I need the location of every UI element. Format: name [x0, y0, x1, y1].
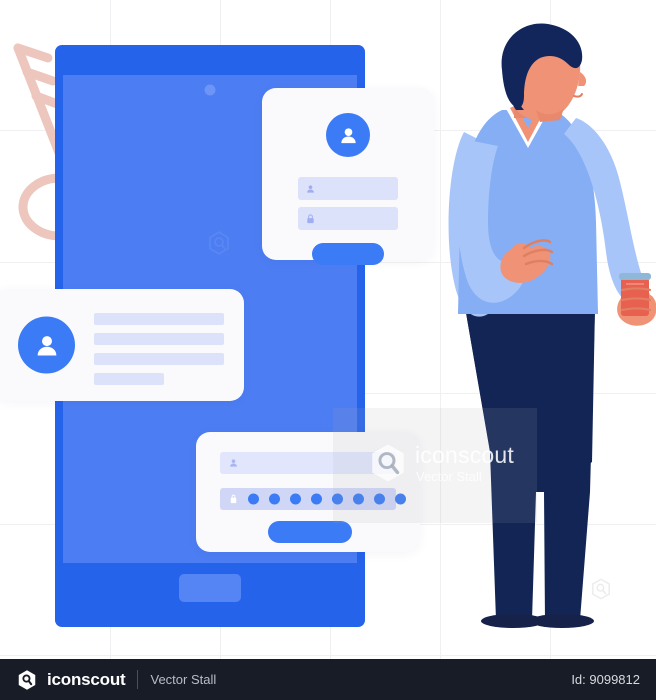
- phone-camera-dot: [204, 84, 216, 96]
- password-dot: [374, 493, 385, 505]
- iconscout-hexagon-icon: [592, 578, 610, 600]
- password-dot: [269, 493, 280, 505]
- password-dot: [290, 493, 301, 505]
- lock-icon: [307, 213, 314, 223]
- login-card[interactable]: [262, 88, 434, 265]
- footer-divider: [136, 670, 138, 689]
- user-avatar-icon: [37, 335, 56, 355]
- text-line: [94, 333, 224, 345]
- user-avatar-icon: [340, 127, 356, 143]
- grid-line-horizontal: [0, 655, 656, 656]
- standing-man: [448, 23, 656, 628]
- password-dot: [353, 493, 364, 505]
- footer-bar: iconscout Vector Stall Id: 9099812: [0, 659, 656, 700]
- text-line: [94, 313, 224, 325]
- avatar: [326, 113, 370, 157]
- illustration-stage: iconscout Vector Stall iconscout Vector …: [0, 0, 656, 700]
- footer-asset-id: Id: 9099812: [571, 672, 640, 687]
- submit-button[interactable]: [268, 521, 352, 543]
- illustration-canvas: iconscout Vector Stall: [0, 0, 656, 659]
- username-field[interactable]: [220, 452, 396, 474]
- profile-card[interactable]: [0, 289, 244, 401]
- phone-home-button[interactable]: [179, 574, 241, 602]
- lock-icon: [230, 494, 237, 504]
- iconscout-hexagon-icon: [18, 669, 36, 690]
- user-icon: [307, 184, 314, 193]
- text-line: [94, 373, 164, 385]
- username-field[interactable]: [298, 177, 398, 200]
- user-icon: [230, 459, 237, 467]
- login-button[interactable]: [312, 243, 384, 265]
- password-dot: [248, 493, 259, 505]
- password-dot: [332, 493, 343, 505]
- avatar: [18, 316, 75, 374]
- footer-brand-group[interactable]: iconscout Vector Stall: [16, 669, 216, 691]
- footer-subtitle: Vector Stall: [150, 672, 217, 687]
- password-field[interactable]: [298, 207, 398, 230]
- footer-brand: iconscout: [47, 669, 126, 689]
- password-field[interactable]: [220, 488, 406, 510]
- password-entry-card[interactable]: [196, 432, 420, 552]
- password-dot: [311, 493, 322, 505]
- iconscout-hexagon-icon: [209, 231, 229, 255]
- text-line: [94, 353, 224, 365]
- password-dots: [248, 493, 406, 505]
- password-dot: [395, 493, 406, 505]
